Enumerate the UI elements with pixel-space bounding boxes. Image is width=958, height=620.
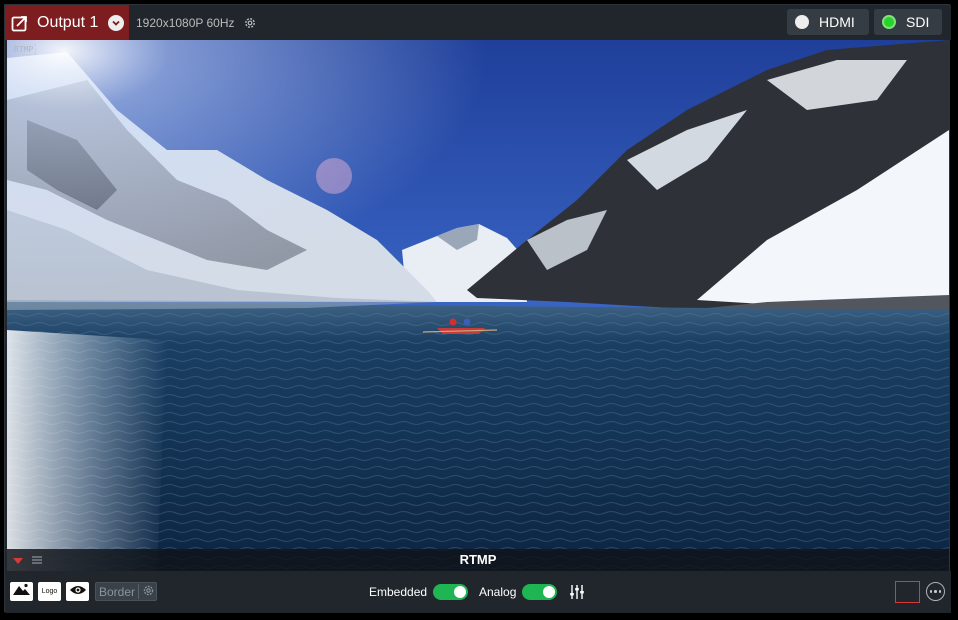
resolution-info: 1920x1080P 60Hz xyxy=(136,5,257,40)
gear-icon[interactable] xyxy=(243,16,257,30)
image-icon xyxy=(12,582,31,601)
sdi-label: SDI xyxy=(906,14,930,30)
toggle-knob xyxy=(543,586,556,598)
analog-audio-control: Analog xyxy=(479,582,558,602)
output-selector[interactable]: Output 1 xyxy=(5,5,129,40)
border-label: Border xyxy=(99,584,136,599)
border-settings-icon[interactable] xyxy=(142,584,155,600)
bottom-toolbar: Logo Border Embedded Analog xyxy=(5,571,951,613)
border-separator xyxy=(138,584,140,599)
mixer-settings-icon[interactable] xyxy=(569,584,585,600)
top-bar: Output 1 1920x1080P 60Hz HDMI SDI xyxy=(5,5,951,40)
more-options-icon[interactable] xyxy=(926,582,945,601)
rtmp-corner-tag: RTMP xyxy=(11,44,37,55)
eye-icon xyxy=(69,583,87,601)
video-preview[interactable]: RTMP RTMP xyxy=(7,40,949,571)
analog-label: Analog xyxy=(479,585,517,599)
analog-toggle[interactable] xyxy=(522,584,558,600)
embedded-audio-control: Embedded xyxy=(369,582,469,602)
logo-overlay-button[interactable]: Logo xyxy=(38,582,61,601)
output-window: Output 1 1920x1080P 60Hz HDMI SDI RTMP R… xyxy=(4,4,951,613)
output-title: Output 1 xyxy=(37,13,99,31)
hdmi-label: HDMI xyxy=(819,14,855,30)
visibility-button[interactable] xyxy=(66,582,89,601)
external-link-icon[interactable] xyxy=(11,14,29,32)
embedded-label: Embedded xyxy=(369,585,428,599)
toggle-knob xyxy=(454,586,467,598)
sdi-status-indicator xyxy=(882,15,896,29)
border-button[interactable]: Border xyxy=(95,582,157,601)
sdi-output-button[interactable]: SDI xyxy=(874,9,942,35)
source-status-strip: RTMP xyxy=(7,549,949,571)
record-indicator-button[interactable] xyxy=(895,581,920,603)
image-overlay-button[interactable] xyxy=(10,582,33,601)
chevron-down-icon[interactable] xyxy=(108,14,125,31)
hdmi-output-button[interactable]: HDMI xyxy=(787,9,869,35)
hdmi-status-indicator xyxy=(795,15,809,29)
preview-image xyxy=(7,40,949,571)
embedded-toggle[interactable] xyxy=(433,584,469,600)
resolution-label: 1920x1080P 60Hz xyxy=(136,15,235,30)
source-label: RTMP xyxy=(459,552,497,567)
logo-label: Logo xyxy=(41,588,58,595)
